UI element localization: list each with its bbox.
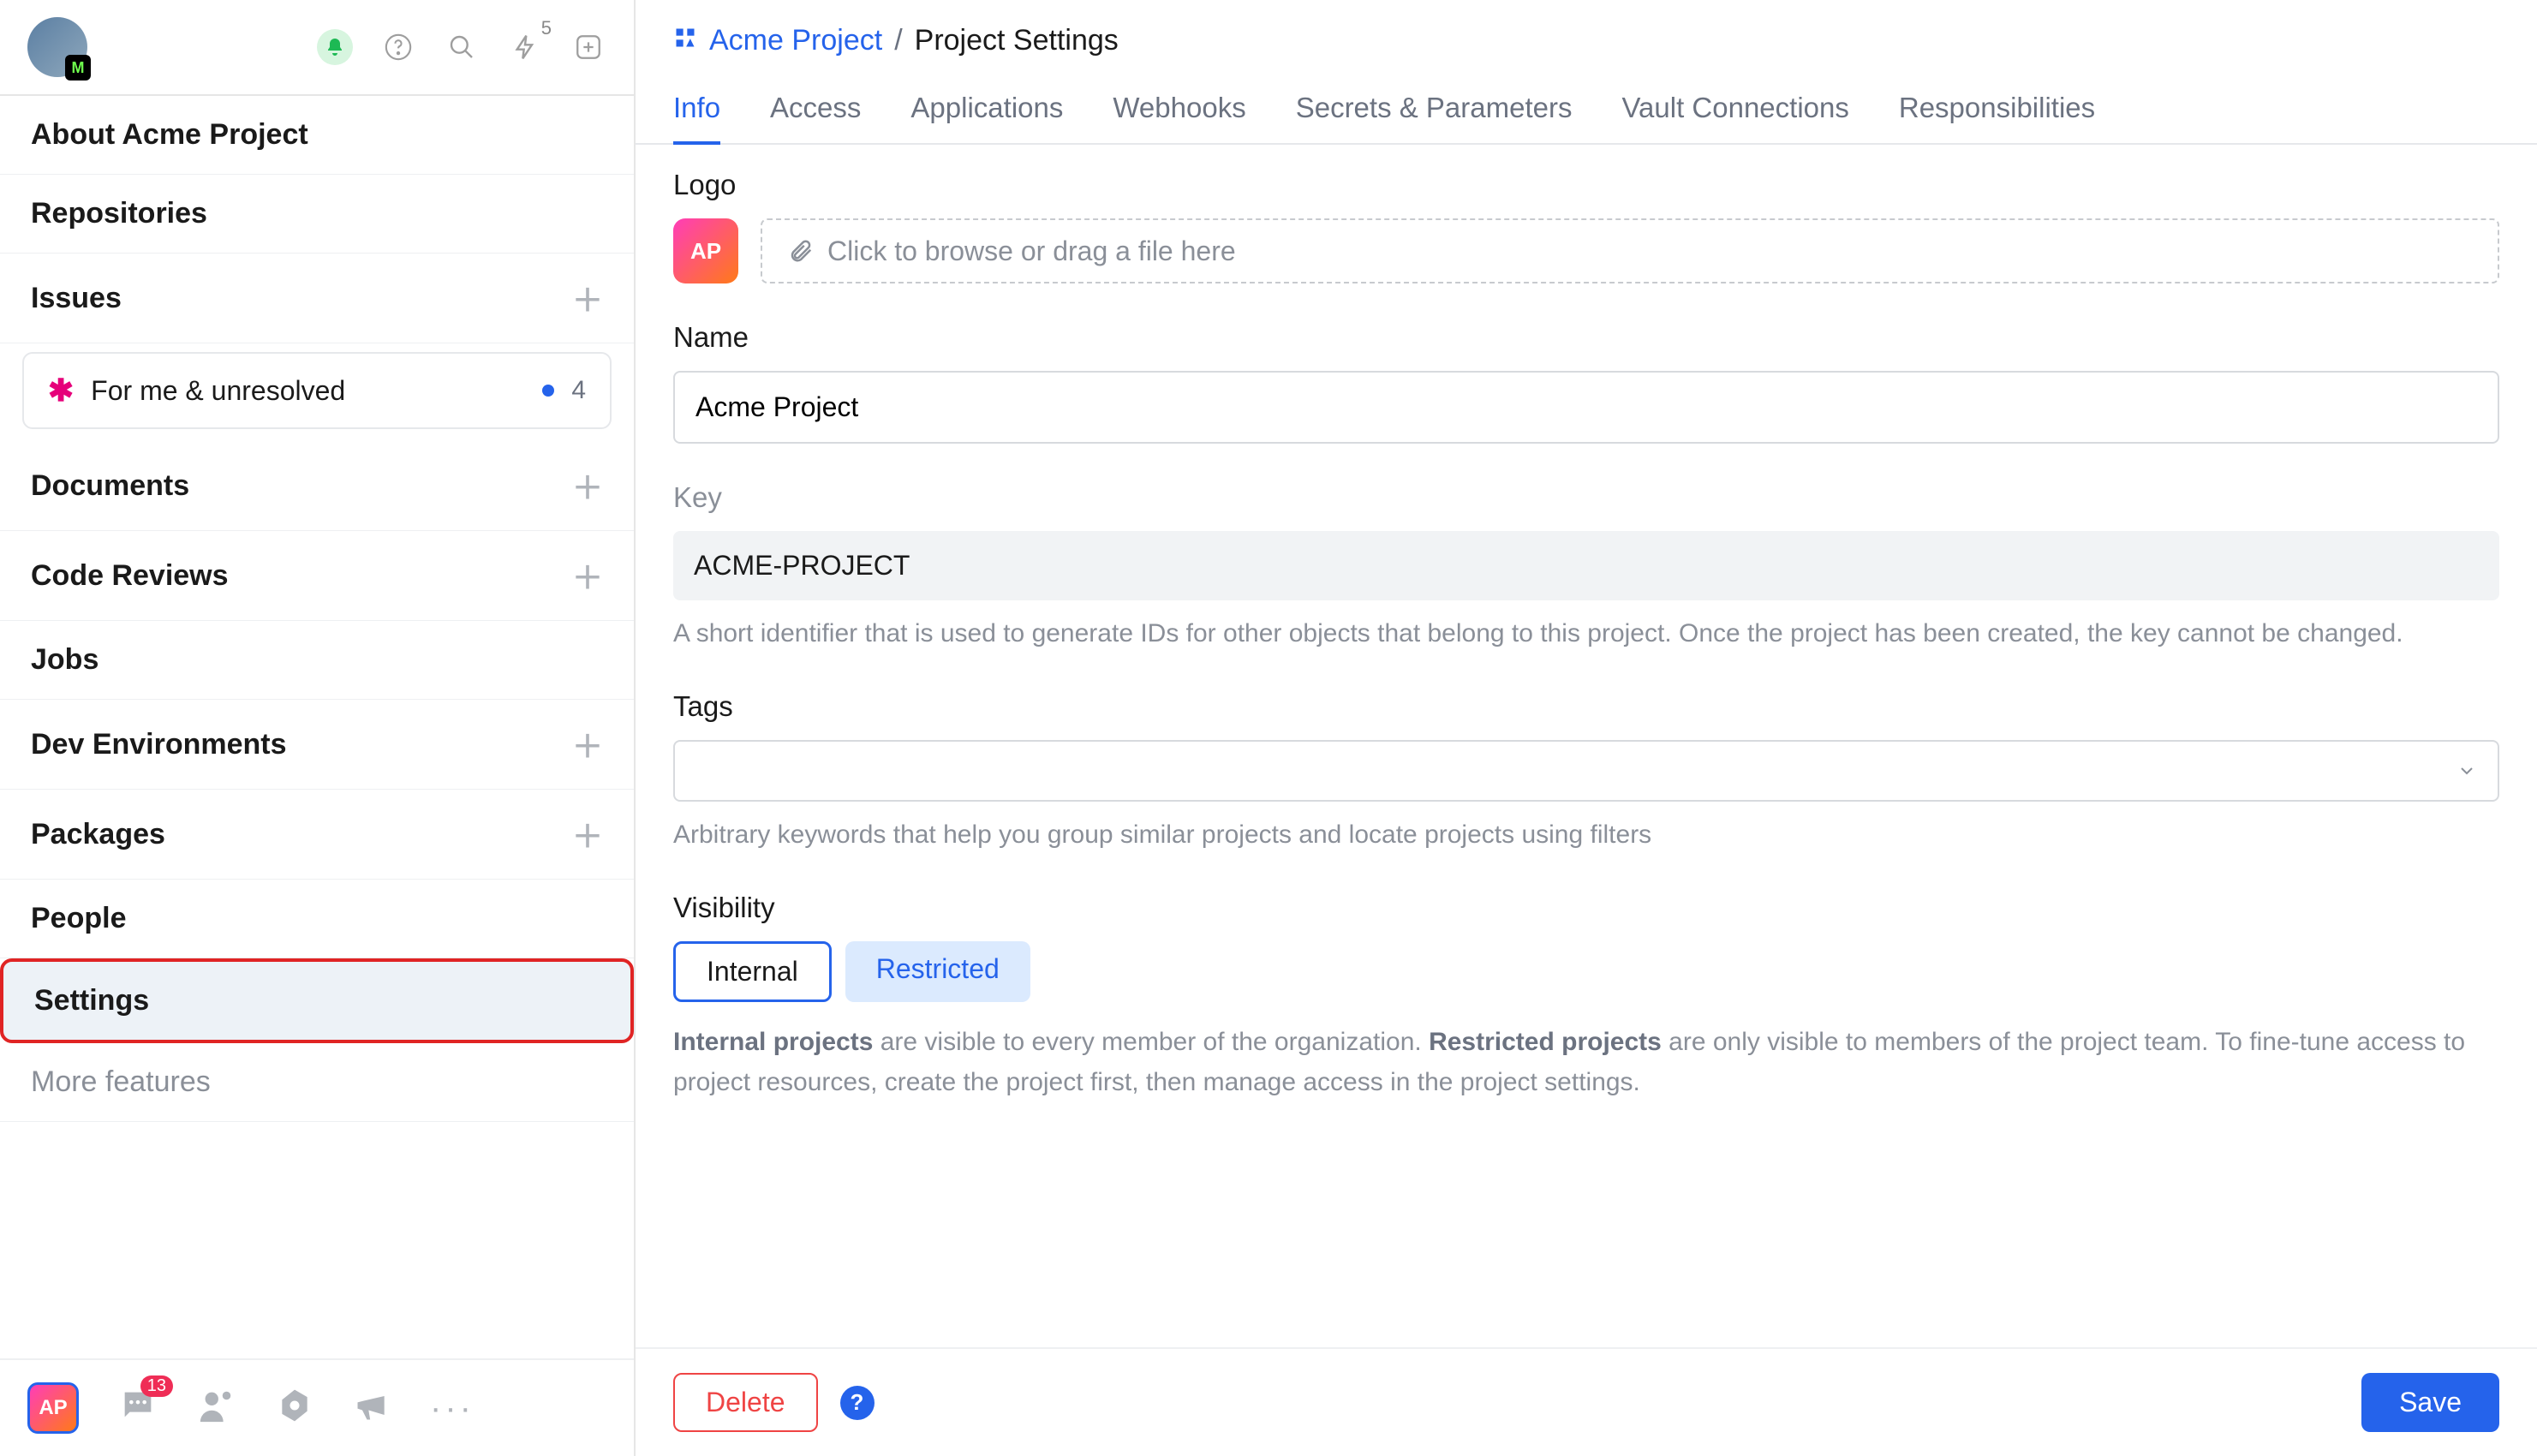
question-circle-icon bbox=[384, 33, 413, 62]
settings-cog-button[interactable] bbox=[276, 1387, 313, 1430]
main-panel: Acme Project / Project Settings Info Acc… bbox=[636, 0, 2537, 1456]
footer: Delete ? Save bbox=[636, 1347, 2537, 1456]
sidebar-item-label: More features bbox=[31, 1065, 211, 1099]
sidebar-item-label: Jobs bbox=[31, 643, 98, 677]
sidebar-item-label: Packages bbox=[31, 818, 165, 851]
tags-help: Arbitrary keywords that help you group s… bbox=[673, 815, 2499, 854]
tab-webhooks[interactable]: Webhooks bbox=[1113, 92, 1245, 143]
logo-dropzone[interactable]: Click to browse or drag a file here bbox=[761, 218, 2499, 283]
issues-filter-label: For me & unresolved bbox=[91, 375, 345, 407]
content: Logo AP Click to browse or drag a file h… bbox=[636, 145, 2537, 1347]
sidebar-topbar: M 5 bbox=[0, 0, 634, 96]
visibility-segment: Internal Restricted bbox=[673, 941, 2499, 1002]
sidebar-nav: About Acme Project Repositories Issues＋ … bbox=[0, 96, 634, 1358]
help-button[interactable]: ? bbox=[840, 1386, 875, 1420]
header: Acme Project / Project Settings bbox=[636, 0, 2537, 57]
key-value: ACME-PROJECT bbox=[673, 531, 2499, 600]
lightning-icon bbox=[511, 33, 539, 61]
quick-actions-badge: 5 bbox=[541, 17, 552, 39]
visibility-label: Visibility bbox=[673, 892, 2499, 924]
announce-button[interactable] bbox=[353, 1387, 391, 1430]
name-input[interactable] bbox=[673, 371, 2499, 444]
visibility-help: Internal projects are visible to every m… bbox=[673, 1023, 2499, 1102]
help-button[interactable] bbox=[380, 29, 416, 65]
sidebar-item-packages[interactable]: Packages ＋ bbox=[0, 790, 634, 880]
sidebar-item-label: Repositories bbox=[31, 197, 207, 230]
sidebar-item-label: About Acme Project bbox=[31, 118, 308, 152]
sidebar-item-label: Issues bbox=[31, 282, 122, 315]
sidebar-item-label: Dev Environments bbox=[31, 728, 287, 761]
sidebar-item-people[interactable]: People bbox=[0, 880, 634, 958]
issues-filter-count: 4 bbox=[571, 376, 586, 405]
hexagon-icon bbox=[276, 1387, 313, 1424]
more-button[interactable]: ··· bbox=[430, 1389, 475, 1428]
visibility-internal[interactable]: Internal bbox=[673, 941, 832, 1002]
team-button[interactable] bbox=[197, 1386, 236, 1431]
asterisk-icon: ✱ bbox=[48, 373, 74, 409]
key-help: A short identifier that is used to gener… bbox=[673, 614, 2499, 653]
sidebar-item-repositories[interactable]: Repositories bbox=[0, 175, 634, 254]
tab-info[interactable]: Info bbox=[673, 92, 720, 145]
tab-responsibilities[interactable]: Responsibilities bbox=[1899, 92, 2095, 143]
dropzone-text: Click to browse or drag a file here bbox=[827, 236, 1236, 267]
quick-actions-button[interactable]: 5 bbox=[507, 29, 543, 65]
sidebar-item-issues[interactable]: Issues ＋ bbox=[0, 254, 634, 343]
search-button[interactable] bbox=[444, 29, 480, 65]
tags-label: Tags bbox=[673, 690, 2499, 723]
notifications-button[interactable] bbox=[317, 29, 353, 65]
plus-icon[interactable]: ＋ bbox=[572, 553, 603, 598]
sidebar-item-documents[interactable]: Documents ＋ bbox=[0, 441, 634, 531]
logo-label: Logo bbox=[673, 169, 2499, 201]
breadcrumb: Acme Project / Project Settings bbox=[673, 24, 2499, 57]
plus-icon[interactable]: ＋ bbox=[572, 276, 603, 320]
issues-filter-for-me[interactable]: ✱ For me & unresolved 4 bbox=[22, 352, 612, 429]
ellipsis-icon: ··· bbox=[430, 1389, 475, 1427]
search-icon bbox=[448, 33, 475, 61]
key-label: Key bbox=[673, 481, 2499, 514]
paperclip-icon bbox=[788, 238, 814, 264]
breadcrumb-link[interactable]: Acme Project bbox=[709, 24, 882, 57]
megaphone-icon bbox=[353, 1387, 391, 1424]
visibility-restricted[interactable]: Restricted bbox=[845, 941, 1030, 1002]
project-chip[interactable]: AP bbox=[27, 1382, 79, 1434]
breadcrumb-current: Project Settings bbox=[915, 24, 1119, 57]
tab-applications[interactable]: Applications bbox=[910, 92, 1063, 143]
add-button[interactable] bbox=[570, 29, 606, 65]
sidebar-item-more-features[interactable]: More features bbox=[0, 1043, 634, 1122]
name-label: Name bbox=[673, 321, 2499, 354]
user-avatar[interactable]: M bbox=[27, 17, 87, 77]
save-button[interactable]: Save bbox=[2361, 1373, 2499, 1432]
plus-square-icon bbox=[574, 33, 603, 62]
tab-vault[interactable]: Vault Connections bbox=[1621, 92, 1848, 143]
sidebar-item-label: People bbox=[31, 902, 126, 935]
sidebar-item-code-reviews[interactable]: Code Reviews ＋ bbox=[0, 531, 634, 621]
chats-button[interactable]: 13 bbox=[118, 1386, 158, 1431]
delete-button[interactable]: Delete bbox=[673, 1373, 818, 1432]
sidebar-item-jobs[interactable]: Jobs bbox=[0, 621, 634, 700]
project-glyph-icon bbox=[673, 24, 697, 57]
sidebar-item-label: Settings bbox=[34, 984, 149, 1017]
sidebar-item-label: Documents bbox=[31, 469, 189, 503]
avatar-badge: M bbox=[65, 55, 91, 81]
plus-icon[interactable]: ＋ bbox=[572, 463, 603, 508]
tags-select[interactable] bbox=[673, 740, 2499, 802]
sidebar-item-label: Code Reviews bbox=[31, 559, 229, 593]
plus-icon[interactable]: ＋ bbox=[572, 812, 603, 856]
sidebar-item-dev-environments[interactable]: Dev Environments ＋ bbox=[0, 700, 634, 790]
tab-secrets[interactable]: Secrets & Parameters bbox=[1296, 92, 1573, 143]
sidebar: M 5 Abo bbox=[0, 0, 636, 1456]
breadcrumb-sep: / bbox=[894, 24, 902, 57]
sidebar-item-settings[interactable]: Settings bbox=[0, 958, 634, 1043]
sidebar-bottombar: AP 13 ··· bbox=[0, 1358, 634, 1456]
bell-icon bbox=[325, 37, 345, 57]
unread-dot-icon bbox=[542, 385, 554, 397]
logo-preview: AP bbox=[673, 218, 738, 283]
tab-access[interactable]: Access bbox=[770, 92, 861, 143]
plus-icon[interactable]: ＋ bbox=[572, 722, 603, 767]
chat-badge: 13 bbox=[140, 1375, 173, 1397]
people-icon bbox=[197, 1386, 236, 1425]
sidebar-item-about[interactable]: About Acme Project bbox=[0, 96, 634, 175]
chevron-down-icon bbox=[2456, 761, 2477, 781]
tabs: Info Access Applications Webhooks Secret… bbox=[636, 57, 2537, 145]
